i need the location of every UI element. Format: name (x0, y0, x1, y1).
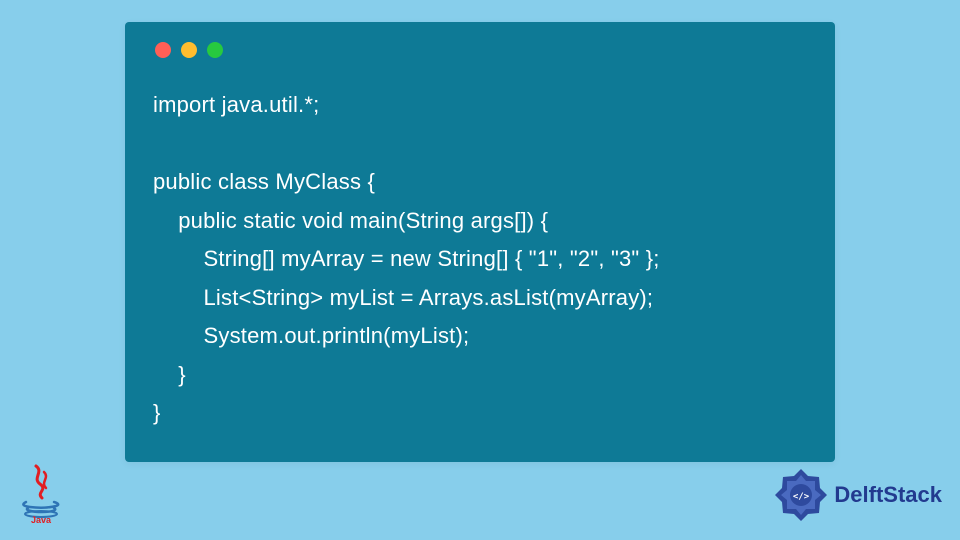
svg-text:</>: </> (793, 492, 810, 502)
code-line: } (153, 362, 186, 387)
java-logo-icon: Java (18, 464, 64, 524)
code-line: public static void main(String args[]) { (153, 208, 548, 233)
minimize-icon (181, 42, 197, 58)
delftstack-seal-icon: </> (772, 466, 830, 524)
delftstack-label: DelftStack (834, 482, 942, 508)
code-line: import java.util.*; (153, 92, 319, 117)
code-line: } (153, 400, 161, 425)
code-window: import java.util.*; public class MyClass… (125, 22, 835, 462)
java-label: Java (31, 515, 52, 524)
code-line: String[] myArray = new String[] { "1", "… (153, 246, 660, 271)
delftstack-logo: </> DelftStack (772, 466, 942, 524)
code-line: public class MyClass { (153, 169, 375, 194)
close-icon (155, 42, 171, 58)
window-controls (155, 42, 807, 58)
code-line: List<String> myList = Arrays.asList(myAr… (153, 285, 653, 310)
maximize-icon (207, 42, 223, 58)
code-line: System.out.println(myList); (153, 323, 469, 348)
code-block: import java.util.*; public class MyClass… (153, 86, 807, 433)
